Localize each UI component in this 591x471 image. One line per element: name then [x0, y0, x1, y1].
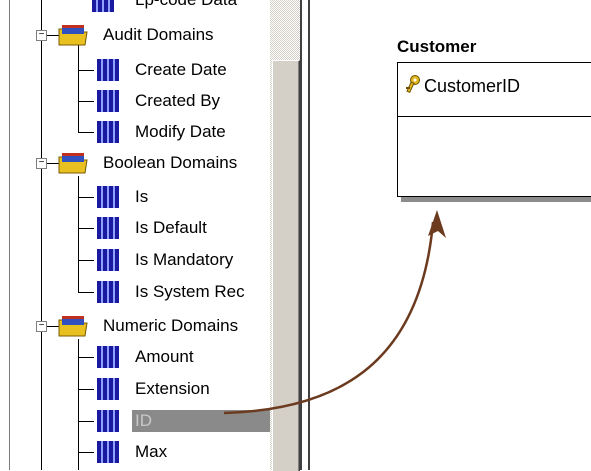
drag-arrow-path [223, 221, 435, 415]
drag-arrow [223, 210, 446, 415]
drag-arrow-head [428, 210, 446, 238]
